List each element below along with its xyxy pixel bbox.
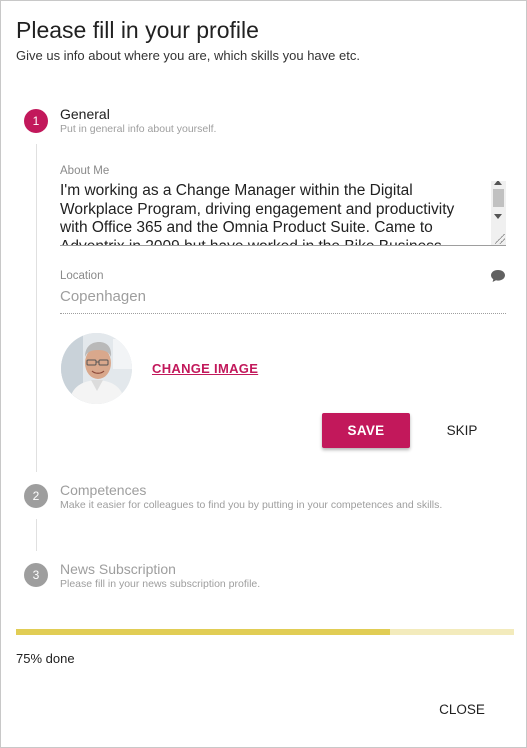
progress-bar bbox=[16, 629, 514, 635]
step-title-competences[interactable]: Competences bbox=[60, 482, 146, 498]
step-title-news-subscription[interactable]: News Subscription bbox=[60, 561, 176, 577]
step-description-general: Put in general info about yourself. bbox=[60, 123, 217, 135]
user-photo-icon bbox=[61, 333, 132, 404]
profile-dialog: Please fill in your profile Give us info… bbox=[0, 0, 527, 748]
save-button[interactable]: SAVE bbox=[322, 413, 410, 448]
step-description-news-subscription: Please fill in your news subscription pr… bbox=[60, 578, 261, 590]
comment-icon[interactable] bbox=[490, 269, 506, 283]
step-number-2: 2 bbox=[24, 484, 48, 508]
scroll-down-arrow-icon[interactable] bbox=[494, 214, 502, 219]
about-me-text: I'm working as a Change Manager within t… bbox=[60, 182, 455, 246]
dialog-title: Please fill in your profile bbox=[16, 17, 259, 43]
location-input[interactable]: Copenhagen bbox=[60, 288, 146, 305]
change-image-link[interactable]: CHANGE IMAGE bbox=[152, 361, 258, 376]
location-label: Location bbox=[60, 270, 104, 282]
avatar bbox=[61, 333, 132, 404]
about-me-textarea[interactable]: I'm working as a Change Manager within t… bbox=[60, 181, 506, 246]
dialog-subtitle: Give us info about where you are, which … bbox=[16, 48, 360, 63]
close-button[interactable]: CLOSE bbox=[431, 696, 493, 722]
scroll-up-arrow-icon[interactable] bbox=[494, 181, 502, 185]
step-title-general[interactable]: General bbox=[60, 106, 110, 122]
step-number-1: 1 bbox=[24, 109, 48, 133]
location-underline bbox=[60, 313, 506, 314]
progress-bar-fill bbox=[16, 629, 390, 635]
stepper-connector bbox=[36, 144, 37, 472]
stepper-connector bbox=[36, 519, 37, 551]
step-description-competences: Make it easier for colleagues to find yo… bbox=[60, 499, 443, 511]
textarea-resize-grip-icon[interactable] bbox=[495, 234, 505, 244]
scroll-thumb[interactable] bbox=[493, 189, 504, 207]
progress-label: 75% done bbox=[16, 651, 75, 666]
about-me-label: About Me bbox=[60, 165, 110, 177]
skip-button[interactable]: SKIP bbox=[431, 413, 493, 448]
step-number-3: 3 bbox=[24, 563, 48, 587]
